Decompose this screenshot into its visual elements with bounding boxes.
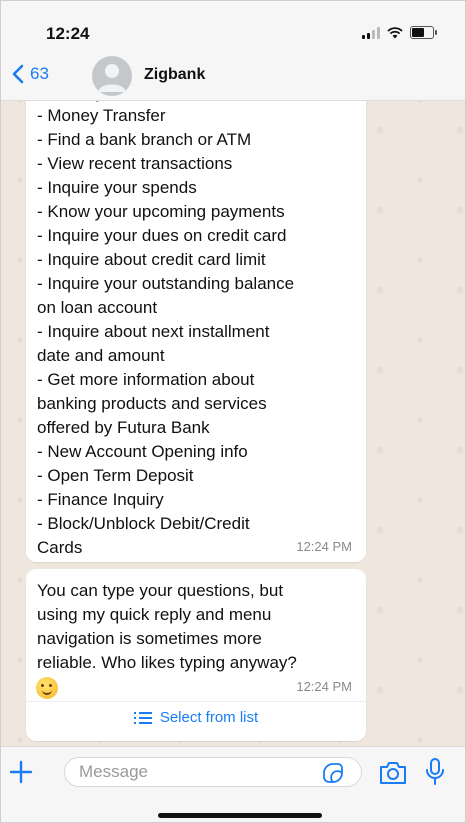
message-line: You can type your questions, but	[37, 581, 284, 600]
message-line: - Block/Unblock Debit/Credit	[37, 514, 250, 533]
message-line: - Inquire about next installment	[37, 322, 270, 341]
message-line: - Inquire your dues on credit card	[37, 226, 287, 245]
plus-icon[interactable]	[8, 759, 34, 785]
message-bubble-tip: You can type your questions, but using m…	[26, 569, 366, 741]
message-line: Cards	[37, 538, 83, 557]
message-line: - Inquire about credit card limit	[37, 250, 266, 269]
message-time: 12:24 PM	[296, 679, 352, 694]
message-line: - Get more information about	[37, 370, 255, 389]
message-text: - Money Transfer - Find a bank branch or…	[37, 104, 294, 560]
message-line: - Open Term Deposit	[37, 466, 194, 485]
message-line: - View recent transactions	[37, 154, 233, 173]
select-from-list-label: Select from list	[159, 709, 259, 726]
battery-icon	[410, 26, 437, 39]
person-icon	[98, 64, 126, 92]
message-line: reliable. Who likes typing anyway?	[37, 653, 297, 672]
camera-icon[interactable]	[378, 760, 408, 786]
message-time: 12:24 PM	[296, 539, 352, 554]
status-icons	[362, 26, 437, 39]
message-line: date and amount	[37, 346, 165, 365]
sticker-icon[interactable]	[322, 762, 344, 784]
select-from-list-button[interactable]: Select from list	[26, 709, 366, 726]
status-time: 12:24	[46, 24, 90, 43]
smiling-face-icon	[36, 677, 58, 699]
header-bar: 12:24 63 Zigbank	[0, 0, 466, 101]
home-indicator[interactable]	[158, 813, 322, 818]
message-line: - Find a bank branch or ATM	[37, 130, 252, 149]
wifi-icon	[387, 26, 403, 38]
message-bubble-services: - Bill Payments - Money Transfer - Find …	[26, 80, 366, 562]
message-line: using my quick reply and menu	[37, 605, 272, 624]
message-text: You can type your questions, but using m…	[37, 579, 297, 675]
message-line: on loan account	[37, 298, 158, 317]
chevron-left-icon	[12, 64, 24, 84]
message-line: navigation is sometimes more	[37, 629, 262, 648]
list-icon	[133, 711, 152, 724]
microphone-icon[interactable]	[424, 757, 446, 787]
avatar[interactable]	[92, 56, 132, 96]
message-line: - New Account Opening info	[37, 442, 248, 461]
unread-count: 63	[30, 64, 49, 83]
contact-name[interactable]: Zigbank	[144, 66, 205, 84]
message-line: offered by Futura Bank	[37, 418, 210, 437]
cellular-signal-icon	[362, 26, 380, 39]
message-line: - Money Transfer	[37, 106, 166, 125]
message-line: - Inquire your outstanding balance	[37, 274, 295, 293]
divider	[26, 701, 366, 702]
message-line: banking products and services	[37, 394, 267, 413]
back-button[interactable]: 63	[12, 64, 49, 84]
chat-screen: - Bill Payments - Money Transfer - Find …	[0, 0, 466, 823]
message-line: - Know your upcoming payments	[37, 202, 285, 221]
message-line: - Inquire your spends	[37, 178, 197, 197]
message-input[interactable]	[64, 757, 362, 787]
composer-bar	[0, 746, 466, 823]
message-line: - Finance Inquiry	[37, 490, 164, 509]
